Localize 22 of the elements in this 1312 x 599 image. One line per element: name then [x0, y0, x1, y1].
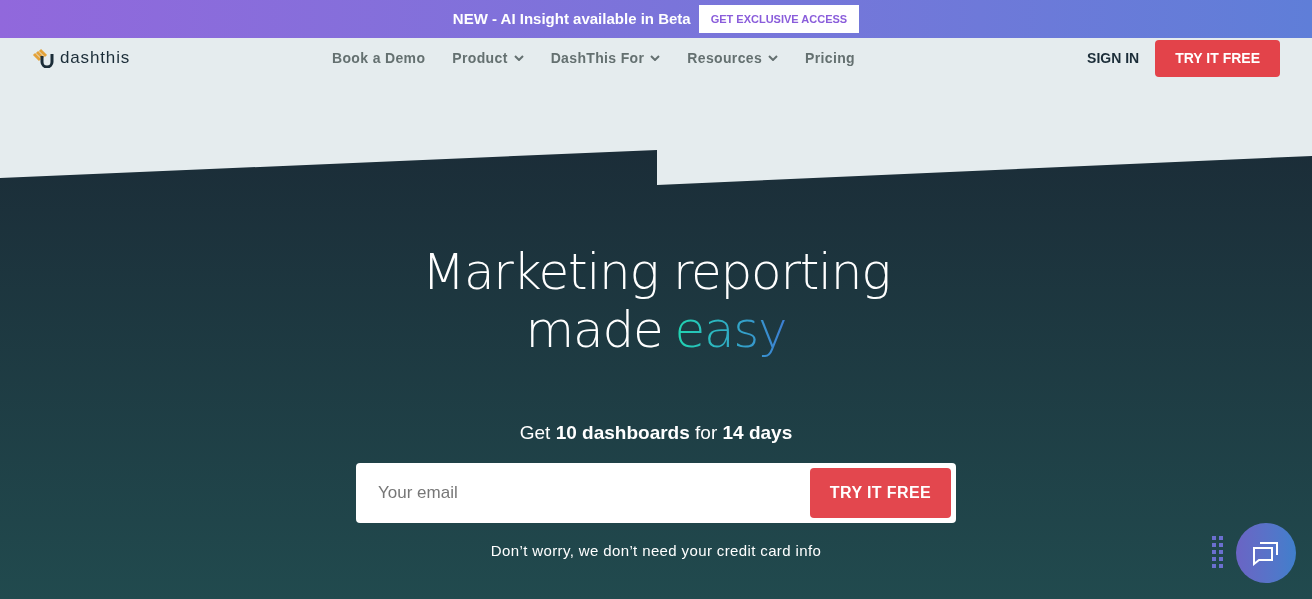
nav-link[interactable]: Product — [452, 47, 524, 69]
chat-icon — [1252, 540, 1280, 566]
logo-icon — [32, 48, 56, 68]
note-text: Don’t worry, we don’t need your credit card info — [490, 540, 822, 561]
nav-link[interactable]: Resources — [687, 47, 779, 69]
sign-in-link[interactable]: SIGN IN — [1087, 47, 1140, 69]
try-free-button[interactable]: TRY IT FREE — [810, 467, 951, 518]
drag-handle-icon[interactable] — [1212, 536, 1223, 568]
banner-text: NEW - AI Insight available in Beta — [452, 8, 691, 29]
nav-link[interactable]: Book a Demo — [332, 47, 426, 69]
email-field[interactable]: Your email TRY IT FREE — [356, 462, 956, 523]
subtitle: Get 10 dashboards for 14 days — [519, 421, 793, 445]
chevron-down-icon — [650, 55, 661, 61]
headline: Marketing reporting — [422, 243, 890, 301]
logo-text: dashthis — [60, 47, 131, 70]
exclusive-access-button[interactable]: GET EXCLUSIVE ACCESS — [698, 4, 860, 34]
chevron-down-icon — [513, 55, 524, 61]
nav-link[interactable]: DashThis For — [550, 47, 661, 69]
headline: made — [525, 301, 663, 359]
try-free-button[interactable]: TRY IT FREE — [1155, 39, 1280, 77]
chevron-down-icon — [768, 55, 779, 61]
nav-link[interactable]: Pricing — [805, 47, 855, 69]
